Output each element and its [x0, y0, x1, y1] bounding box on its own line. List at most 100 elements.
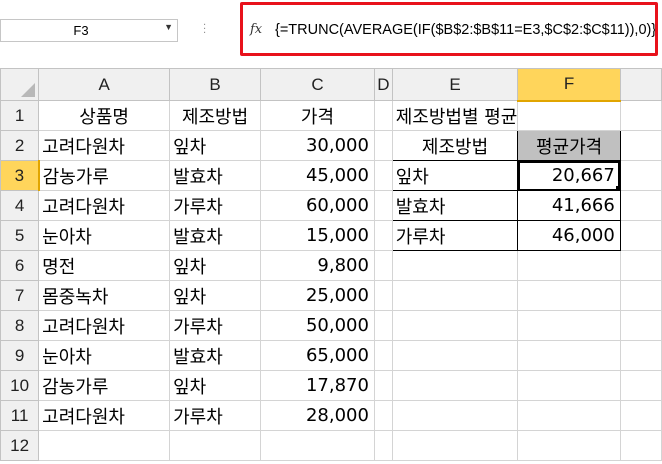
cell-c7[interactable]: 25,000: [260, 280, 375, 311]
cell-g11[interactable]: [619, 400, 662, 431]
cell-e5[interactable]: 가루차: [391, 220, 519, 251]
cell-d2[interactable]: [373, 130, 393, 161]
cell-e10[interactable]: [391, 370, 519, 401]
row-header-5[interactable]: 5: [0, 220, 40, 251]
cell-c3[interactable]: 45,000: [260, 160, 375, 191]
cell-b10[interactable]: 잎차: [169, 370, 262, 401]
cell-f3-active[interactable]: 20,667: [517, 160, 621, 191]
cell-c6[interactable]: 9,800: [260, 250, 375, 281]
cell-f9[interactable]: [517, 340, 621, 371]
row-header-9[interactable]: 9: [0, 340, 40, 371]
cell-f4[interactable]: 41,666: [517, 190, 621, 221]
col-header-c[interactable]: C: [260, 68, 375, 101]
cell-c10[interactable]: 17,870: [260, 370, 375, 401]
cell-a5[interactable]: 눈아차: [38, 220, 171, 251]
cell-c9[interactable]: 65,000: [260, 340, 375, 371]
cell-g1[interactable]: [619, 100, 662, 131]
cell-d3[interactable]: [373, 160, 393, 191]
cell-g3[interactable]: [619, 160, 662, 191]
cell-c12[interactable]: [260, 430, 375, 461]
col-header-b[interactable]: B: [169, 68, 262, 101]
cell-c2[interactable]: 30,000: [260, 130, 375, 161]
cell-a9[interactable]: 눈아차: [38, 340, 171, 371]
cell-e3[interactable]: 잎차: [391, 160, 519, 191]
cell-g6[interactable]: [619, 250, 662, 281]
cell-e4[interactable]: 발효차: [391, 190, 519, 221]
cell-e9[interactable]: [391, 340, 519, 371]
cell-a3[interactable]: 감농가루: [38, 160, 171, 191]
cell-f5[interactable]: 46,000: [517, 220, 621, 251]
cell-a11[interactable]: 고려다원차: [38, 400, 171, 431]
cell-g2[interactable]: [619, 130, 662, 161]
cell-c1[interactable]: 가격: [260, 100, 375, 131]
cell-b3[interactable]: 발효차: [169, 160, 262, 191]
cell-a1[interactable]: 상품명: [38, 100, 171, 131]
cell-g10[interactable]: [619, 370, 662, 401]
col-header-f[interactable]: F: [517, 68, 621, 102]
cell-c5[interactable]: 15,000: [260, 220, 375, 251]
cell-c4[interactable]: 60,000: [260, 190, 375, 221]
cell-d5[interactable]: [373, 220, 393, 251]
name-box[interactable]: F3 ▼: [0, 19, 178, 42]
cell-g9[interactable]: [619, 340, 662, 371]
row-header-3[interactable]: 3: [0, 160, 40, 191]
cell-g12[interactable]: [619, 430, 662, 461]
cell-c11[interactable]: 28,000: [260, 400, 375, 431]
cell-d10[interactable]: [373, 370, 393, 401]
col-header-g[interactable]: [619, 68, 662, 101]
cell-a8[interactable]: 고려다원차: [38, 310, 171, 341]
cell-f1[interactable]: [517, 100, 621, 131]
row-header-11[interactable]: 11: [0, 400, 40, 431]
select-all-corner[interactable]: [0, 68, 40, 101]
cell-e1[interactable]: 제조방법별 평균: [391, 100, 519, 131]
cell-d11[interactable]: [373, 400, 393, 431]
cell-b2[interactable]: 잎차: [169, 130, 262, 161]
cell-d1[interactable]: [373, 100, 393, 131]
cell-f2[interactable]: 평균가격: [517, 130, 621, 161]
cell-e2[interactable]: 제조방법: [391, 130, 519, 161]
cell-e11[interactable]: [391, 400, 519, 431]
cell-a12[interactable]: [38, 430, 171, 461]
cell-d7[interactable]: [373, 280, 393, 311]
cell-b6[interactable]: 잎차: [169, 250, 262, 281]
cell-a6[interactable]: 명전: [38, 250, 171, 281]
cell-b1[interactable]: 제조방법: [169, 100, 262, 131]
formula-bar-grip-icon[interactable]: · · ·: [203, 21, 209, 39]
cell-g4[interactable]: [619, 190, 662, 221]
cell-d6[interactable]: [373, 250, 393, 281]
cell-f12[interactable]: [517, 430, 621, 461]
col-header-d[interactable]: D: [373, 68, 393, 101]
row-header-1[interactable]: 1: [0, 100, 40, 131]
cell-b12[interactable]: [169, 430, 262, 461]
cell-f10[interactable]: [517, 370, 621, 401]
cell-g8[interactable]: [619, 310, 662, 341]
cell-f7[interactable]: [517, 280, 621, 311]
cell-d12[interactable]: [373, 430, 393, 461]
cell-e6[interactable]: [391, 250, 519, 281]
row-header-8[interactable]: 8: [0, 310, 40, 341]
row-header-4[interactable]: 4: [0, 190, 40, 221]
cell-f6[interactable]: [517, 250, 621, 281]
row-header-6[interactable]: 6: [0, 250, 40, 281]
cell-f11[interactable]: [517, 400, 621, 431]
cell-a4[interactable]: 고려다원차: [38, 190, 171, 221]
row-header-7[interactable]: 7: [0, 280, 40, 311]
cell-d8[interactable]: [373, 310, 393, 341]
cell-b8[interactable]: 가루차: [169, 310, 262, 341]
cell-c8[interactable]: 50,000: [260, 310, 375, 341]
row-header-12[interactable]: 12: [0, 430, 40, 461]
name-box-dropdown-icon[interactable]: ▼: [164, 22, 173, 32]
cell-b7[interactable]: 잎차: [169, 280, 262, 311]
cell-g7[interactable]: [619, 280, 662, 311]
cell-e7[interactable]: [391, 280, 519, 311]
cell-b9[interactable]: 발효차: [169, 340, 262, 371]
cell-d4[interactable]: [373, 190, 393, 221]
cell-a2[interactable]: 고려다원차: [38, 130, 171, 161]
row-header-10[interactable]: 10: [0, 370, 40, 401]
cell-b5[interactable]: 발효차: [169, 220, 262, 251]
row-header-2[interactable]: 2: [0, 130, 40, 161]
cell-b4[interactable]: 가루차: [169, 190, 262, 221]
cell-e8[interactable]: [391, 310, 519, 341]
cell-a7[interactable]: 몸중녹차: [38, 280, 171, 311]
col-header-e[interactable]: E: [391, 68, 519, 101]
